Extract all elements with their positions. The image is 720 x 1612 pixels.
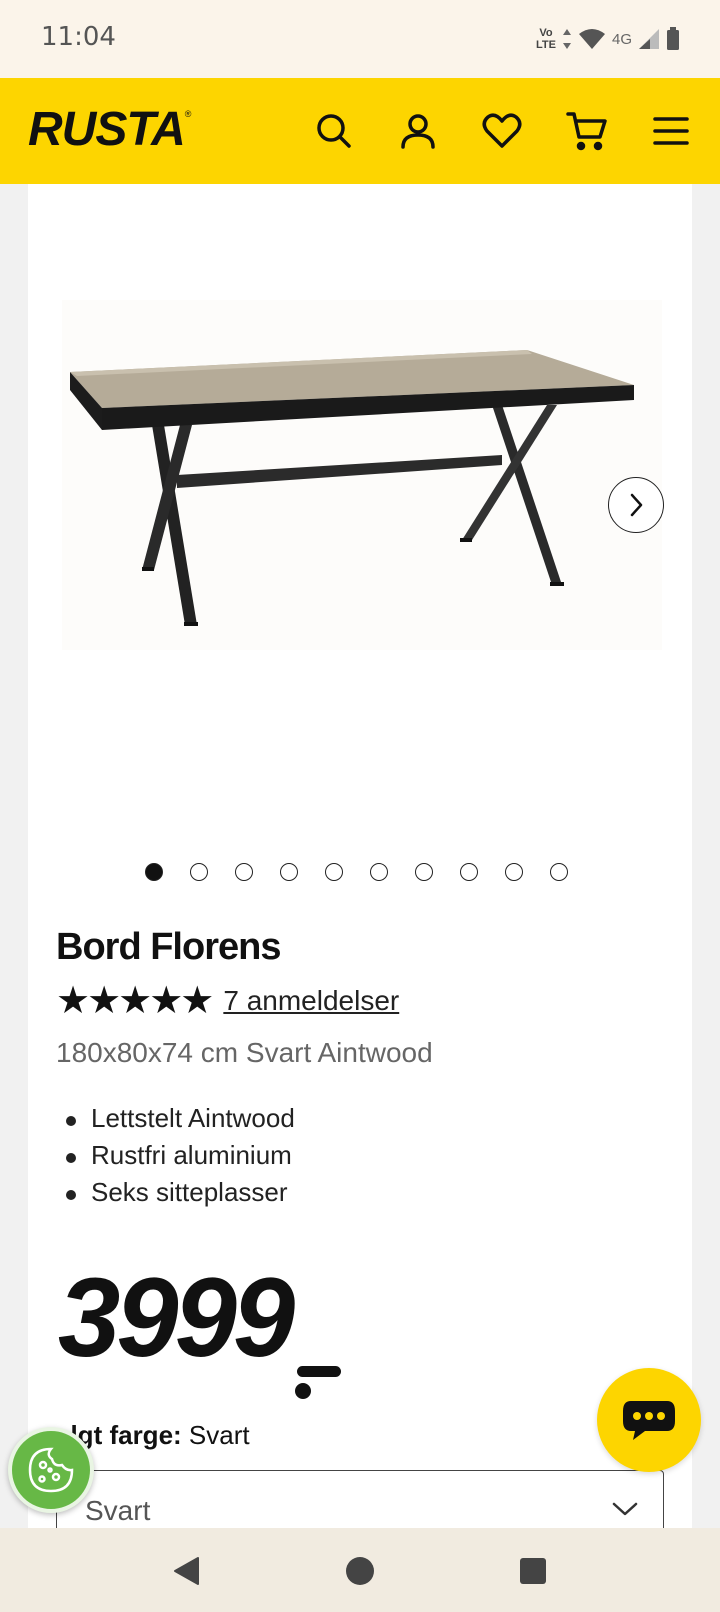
account-icon xyxy=(401,114,435,149)
status-bar: 11:04 Vo LTE 4G xyxy=(0,0,720,78)
nav-back-button[interactable] xyxy=(169,1554,203,1588)
cart-icon xyxy=(566,112,607,151)
rusta-logo[interactable]: RUSTA® xyxy=(28,103,192,156)
signal-icon xyxy=(639,29,659,49)
home-icon xyxy=(346,1557,374,1585)
table-illustration xyxy=(70,350,634,626)
carousel-next-button[interactable] xyxy=(608,477,664,533)
search-button[interactable] xyxy=(311,108,357,154)
chevron-right-icon xyxy=(630,493,643,517)
reviews-link[interactable]: 7 anmeldelser xyxy=(223,985,399,1017)
network-type: 4G xyxy=(611,30,632,48)
carousel-dot[interactable] xyxy=(280,863,298,881)
carousel-dots xyxy=(145,863,568,881)
carousel-dot[interactable] xyxy=(190,863,208,881)
menu-icon xyxy=(653,117,689,145)
chat-button[interactable] xyxy=(597,1368,701,1472)
menu-button[interactable] xyxy=(648,108,694,154)
cookie-icon xyxy=(28,1447,74,1493)
carousel-dot[interactable] xyxy=(325,863,343,881)
nav-recents-button[interactable] xyxy=(516,1554,550,1588)
nav-home-button[interactable] xyxy=(343,1554,377,1588)
carousel-dot[interactable] xyxy=(550,863,568,881)
color-select-value: Svart xyxy=(85,1495,151,1526)
carousel-dot[interactable] xyxy=(460,863,478,881)
chevron-down-icon xyxy=(612,1502,638,1516)
product-title: Bord Florens xyxy=(56,926,281,968)
search-icon xyxy=(317,114,351,148)
recents-icon xyxy=(520,1558,546,1584)
feature-item: Lettstelt Aintwood xyxy=(56,1103,295,1140)
product-image[interactable] xyxy=(62,300,662,650)
wishlist-button[interactable] xyxy=(479,108,525,154)
carousel-dot[interactable] xyxy=(505,863,523,881)
volte-icon: Vo LTE xyxy=(536,27,556,51)
feature-list: Lettstelt Aintwood Rustfri aluminium Sek… xyxy=(56,1103,295,1214)
carousel-dot[interactable] xyxy=(235,863,253,881)
price-dash-icon xyxy=(291,1306,343,1400)
feature-item: Rustfri aluminium xyxy=(56,1140,295,1177)
product-rating: ★★★★★ 7 anmeldelser xyxy=(56,982,399,1020)
feature-item: Seks sitteplasser xyxy=(56,1177,295,1214)
product-price: 3999 xyxy=(58,1262,343,1400)
rating-stars-icon: ★★★★★ xyxy=(56,980,214,1022)
cookie-settings-button[interactable] xyxy=(8,1427,94,1513)
data-arrows-icon xyxy=(562,29,571,49)
carousel-dot[interactable] xyxy=(415,863,433,881)
wifi-icon xyxy=(578,29,605,49)
battery-icon xyxy=(667,27,679,50)
color-label-value: Svart xyxy=(188,1420,250,1450)
logo-registered-mark: ® xyxy=(184,109,192,119)
status-time: 11:04 xyxy=(41,22,116,52)
carousel-dot[interactable] xyxy=(370,863,388,881)
status-icons: Vo LTE 4G xyxy=(536,22,680,56)
chat-bubble-icon xyxy=(623,1401,675,1440)
cart-button[interactable] xyxy=(564,108,610,154)
heart-icon xyxy=(482,113,522,148)
carousel-dot[interactable] xyxy=(145,863,163,881)
site-header: RUSTA® xyxy=(0,78,720,184)
back-icon xyxy=(174,1557,199,1585)
product-subtitle: 180x80x74 cm Svart Aintwood xyxy=(56,1037,433,1068)
price-value: 3999 xyxy=(58,1255,295,1380)
logo-text: RUSTA xyxy=(28,103,186,156)
account-button[interactable] xyxy=(395,108,441,154)
system-nav-bar xyxy=(0,1528,720,1612)
